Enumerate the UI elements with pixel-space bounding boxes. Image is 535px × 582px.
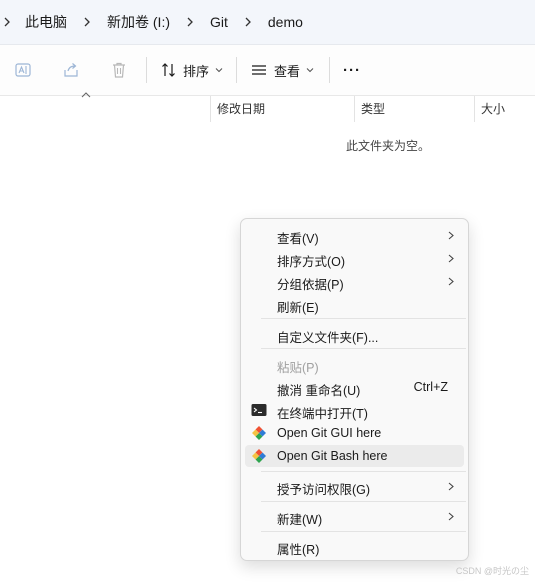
menu-item-shortcut: Ctrl+Z xyxy=(413,380,448,394)
terminal-icon xyxy=(251,404,267,416)
watermark: CSDN @时光の尘 xyxy=(455,566,529,576)
breadcrumb-item-git[interactable]: Git xyxy=(199,14,239,30)
menu-item-label: Open Git GUI here xyxy=(277,426,382,440)
menu-item-label: 分组依据(P) xyxy=(277,278,344,292)
view-list-icon xyxy=(252,65,266,75)
column-header-type[interactable]: 类型 xyxy=(361,100,385,117)
toolbar-divider xyxy=(236,57,237,83)
menu-item-refresh[interactable]: 刷新(E) xyxy=(245,293,464,315)
view-button[interactable]: 查看 xyxy=(250,57,314,83)
column-headers: 修改日期 类型 大小 xyxy=(0,92,535,122)
rename-icon[interactable] xyxy=(11,58,35,82)
sort-ascending-icon xyxy=(81,92,91,98)
menu-separator xyxy=(261,348,466,349)
sort-label: 排序 xyxy=(183,63,210,79)
chevron-right-icon[interactable] xyxy=(0,17,14,27)
menu-item-label: 粘贴(P) xyxy=(277,361,319,375)
menu-item-label: 在终端中打开(T) xyxy=(277,407,368,421)
menu-item-label: 新建(W) xyxy=(277,513,323,527)
menu-separator xyxy=(261,531,466,532)
breadcrumb: 此电脑 新加卷 (I:) Git demo xyxy=(0,0,535,45)
chevron-right-icon xyxy=(448,254,454,263)
column-divider[interactable] xyxy=(474,96,475,122)
chevron-right-icon[interactable] xyxy=(239,17,257,27)
breadcrumb-item-this-pc[interactable]: 此电脑 xyxy=(14,12,78,32)
chevron-right-icon xyxy=(448,482,454,491)
menu-item-label: 刷新(E) xyxy=(277,301,319,315)
menu-item-paste[interactable]: 粘贴(P) xyxy=(245,353,464,375)
toolbar-divider xyxy=(329,57,330,83)
chevron-right-icon[interactable] xyxy=(181,17,199,27)
menu-item-grant-access[interactable]: 授予访问权限(G) xyxy=(245,475,464,497)
menu-item-properties[interactable]: 属性(R) xyxy=(245,535,464,557)
empty-folder-message: 此文件夹为空。 xyxy=(346,139,431,153)
chevron-right-icon[interactable] xyxy=(78,17,96,27)
more-options-button[interactable]: ··· xyxy=(343,57,361,83)
menu-separator xyxy=(261,318,466,319)
context-menu: 查看(V) 排序方式(O) 分组依据(P) 刷新(E) 自定义文件夹(F)...… xyxy=(240,218,469,561)
menu-item-label: 授予访问权限(G) xyxy=(277,483,371,497)
git-bash-icon xyxy=(252,449,266,463)
view-label: 查看 xyxy=(274,63,301,79)
menu-item-open-git-bash[interactable]: Open Git Bash here xyxy=(245,445,464,467)
menu-item-new[interactable]: 新建(W) xyxy=(245,505,464,527)
menu-item-undo-rename[interactable]: 撤消 重命名(U) Ctrl+Z xyxy=(245,376,464,398)
menu-item-label: 查看(V) xyxy=(277,232,319,246)
menu-item-label: 撤消 重命名(U) xyxy=(277,384,361,398)
sort-button[interactable]: 排序 xyxy=(161,57,223,83)
chevron-right-icon xyxy=(448,277,454,286)
more-icon: ··· xyxy=(343,61,361,79)
delete-icon[interactable] xyxy=(107,58,131,82)
menu-item-group-by[interactable]: 分组依据(P) xyxy=(245,270,464,292)
column-divider[interactable] xyxy=(210,96,211,122)
menu-item-label: Open Git Bash here xyxy=(277,449,388,463)
menu-item-label: 排序方式(O) xyxy=(277,255,346,269)
column-header-size[interactable]: 大小 xyxy=(481,100,505,117)
sort-icon xyxy=(162,63,175,77)
menu-separator xyxy=(261,501,466,502)
chevron-right-icon xyxy=(448,231,454,240)
menu-item-sort-by[interactable]: 排序方式(O) xyxy=(245,247,464,269)
command-bar: 排序 查看 ··· xyxy=(0,45,535,96)
menu-item-open-in-terminal[interactable]: 在终端中打开(T) xyxy=(245,399,464,421)
git-gui-icon xyxy=(252,426,266,440)
toolbar-divider xyxy=(146,57,147,83)
menu-item-label: 属性(R) xyxy=(277,543,320,557)
menu-item-open-git-gui[interactable]: Open Git GUI here xyxy=(245,422,464,444)
menu-item-label: 自定义文件夹(F)... xyxy=(277,331,379,345)
chevron-down-icon xyxy=(306,68,314,73)
column-header-date-modified[interactable]: 修改日期 xyxy=(217,100,265,117)
menu-item-view[interactable]: 查看(V) xyxy=(245,224,464,246)
menu-separator xyxy=(261,471,466,472)
breadcrumb-item-demo[interactable]: demo xyxy=(257,14,314,30)
column-divider[interactable] xyxy=(354,96,355,122)
chevron-down-icon xyxy=(215,68,223,73)
menu-item-customize-folder[interactable]: 自定义文件夹(F)... xyxy=(245,323,464,345)
share-icon[interactable] xyxy=(59,58,83,82)
breadcrumb-item-drive[interactable]: 新加卷 (I:) xyxy=(96,12,181,32)
chevron-right-icon xyxy=(448,512,454,521)
